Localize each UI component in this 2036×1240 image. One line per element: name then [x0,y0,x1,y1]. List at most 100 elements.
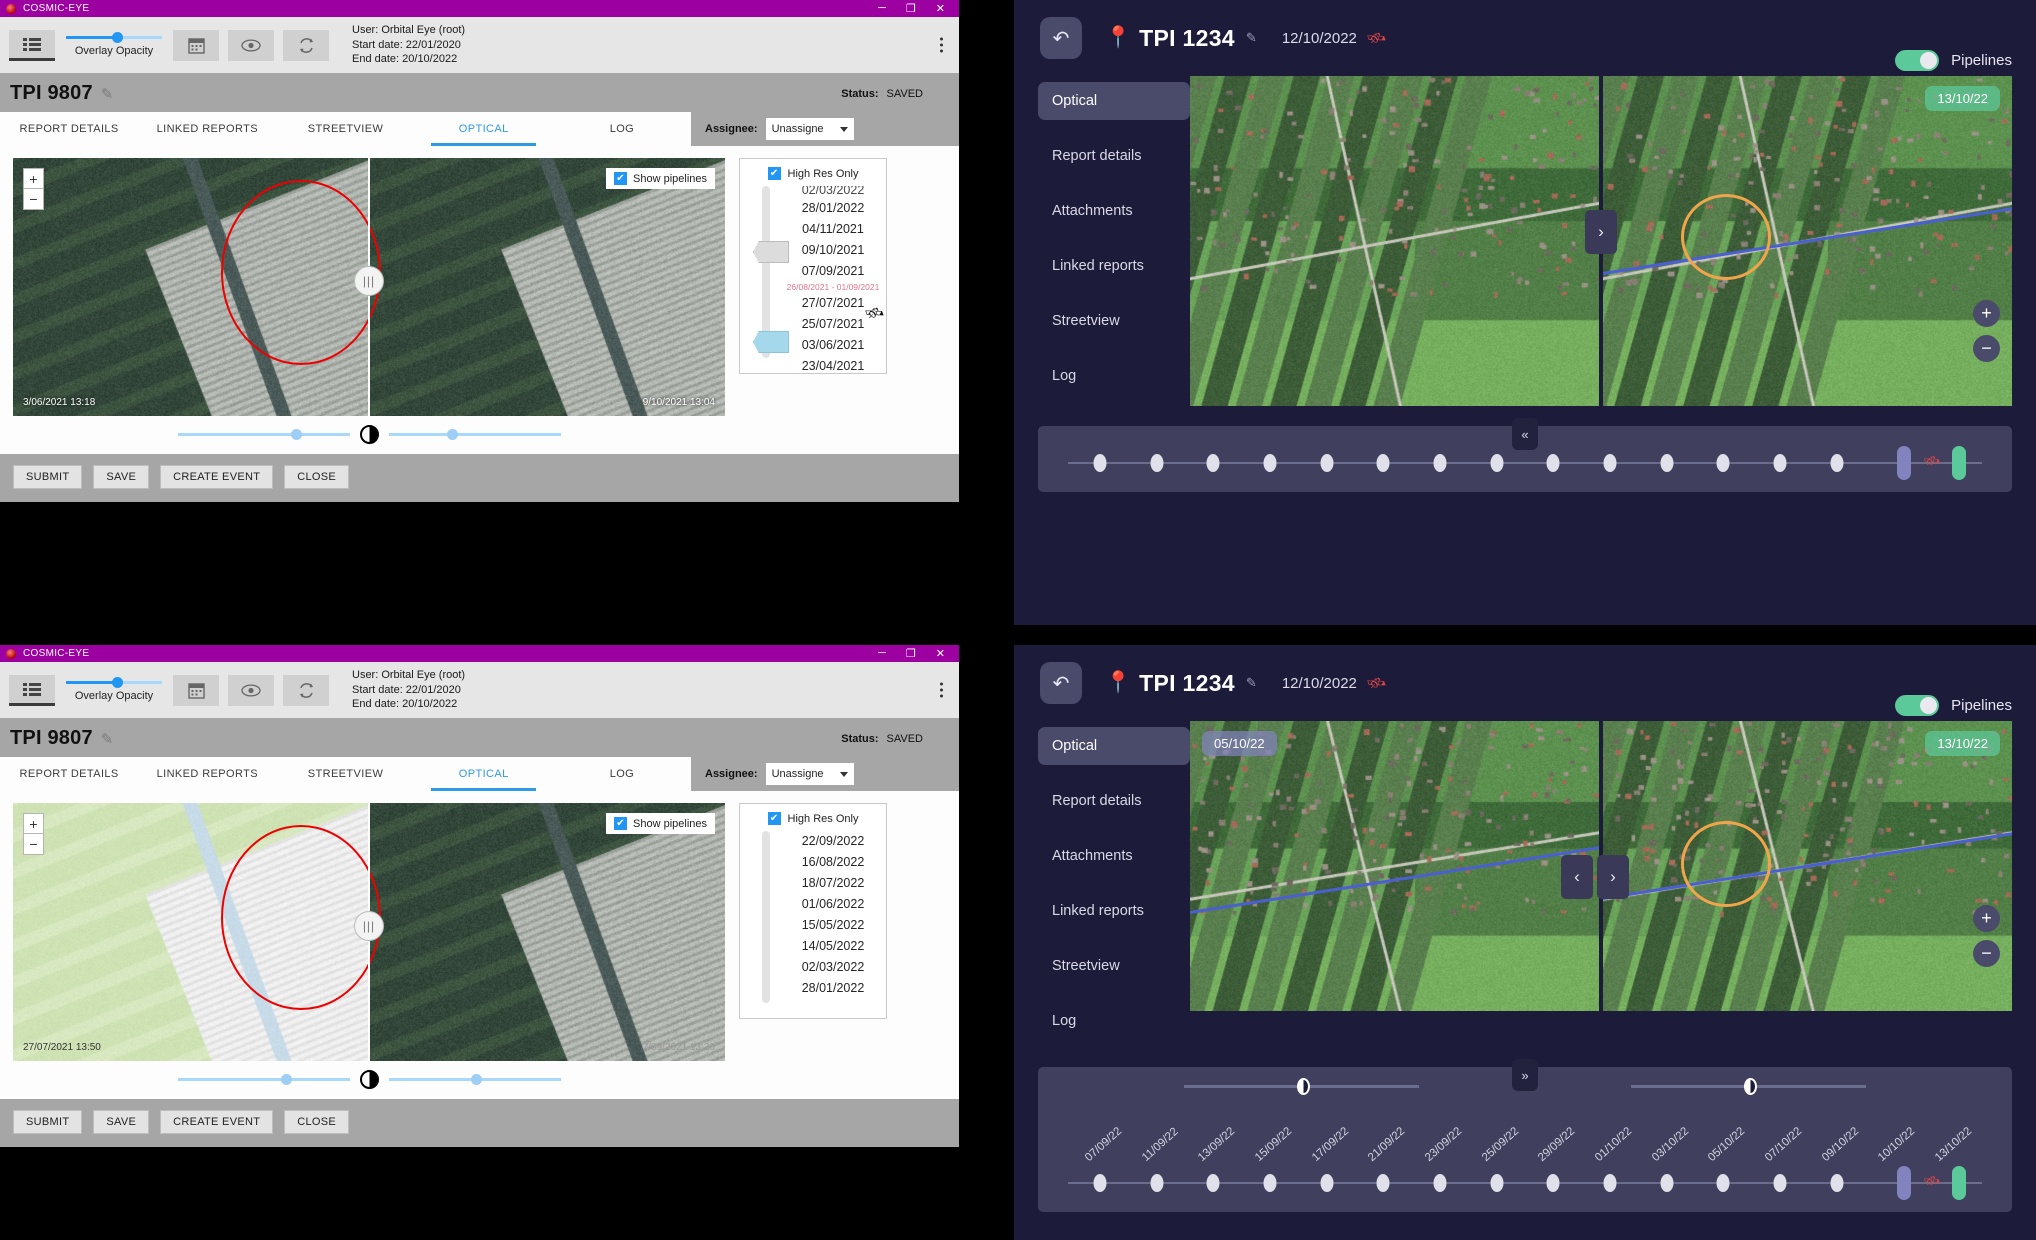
zoom-out-button[interactable]: − [1973,940,2000,967]
timeline-dot[interactable] [1774,1174,1787,1192]
create-event-button[interactable]: CREATE EVENT [160,1110,273,1134]
split-map-viewer[interactable]: ||| + − ✔ Show pipelines 27/07/2021 13:5… [13,803,725,1061]
timeline-collapse-button[interactable]: » [1512,1059,1538,1091]
tab-optical[interactable]: OPTICAL [415,757,553,791]
refresh-icon[interactable] [283,675,329,706]
date-list-item[interactable]: 04/11/2021 [784,219,882,240]
close-button[interactable]: ✕ [936,647,945,660]
close-button[interactable]: CLOSE [284,465,349,489]
timeline-dot[interactable] [1604,1174,1617,1192]
sidebar-item-report-details[interactable]: Report details [1038,782,1190,820]
timeline-dot[interactable] [1830,1174,1843,1192]
zoom-in-button[interactable]: + [1973,300,2000,327]
submit-button[interactable]: SUBMIT [13,1110,82,1134]
tab-streetview[interactable]: STREETVIEW [276,112,414,146]
back-arrow-icon[interactable]: ↶ [1040,17,1082,59]
refresh-icon[interactable] [283,30,329,61]
sidebar-item-log[interactable]: Log [1038,357,1190,395]
high-res-only-checkbox[interactable]: ✔ High Res Only [740,167,886,180]
split-map-viewer[interactable]: ||| + − ✔ Show pipelines 3/06/2021 13:18… [13,158,725,416]
tab-streetview[interactable]: STREETVIEW [276,757,414,791]
satellite-image-left[interactable] [1190,721,1599,1011]
timeline-dot[interactable] [1207,454,1220,472]
sidebar-item-attachments[interactable]: Attachments [1038,837,1190,875]
split-drag-handle[interactable]: ||| [354,266,384,296]
zoom-in-button[interactable]: + [23,168,44,189]
zoom-out-button[interactable]: − [23,189,44,210]
date-list-item[interactable]: 28/01/2022 [784,978,882,999]
map-image-after[interactable] [369,158,725,416]
timeline-collapse-button[interactable]: « [1512,418,1538,450]
date-list-item[interactable]: 14/05/2022 [784,936,882,957]
pipelines-toggle[interactable] [1895,50,1939,71]
save-button[interactable]: SAVE [93,465,149,489]
timeline-dot[interactable] [1150,454,1163,472]
minimize-button[interactable]: ─ [878,647,886,660]
pencil-icon[interactable]: ✎ [101,730,114,748]
timeline-dot[interactable] [1207,1174,1220,1192]
timeline-dot[interactable] [1660,454,1673,472]
timeline-marker-selected-left[interactable] [1897,446,1911,480]
show-pipelines-checkbox[interactable]: ✔ Show pipelines [606,813,715,834]
pencil-icon[interactable]: ✎ [1246,675,1257,691]
date-list-item[interactable]: 03/06/2021 [784,335,882,356]
date-list-item[interactable]: 22/09/2022 [784,831,882,852]
zoom-in-button[interactable]: + [23,813,44,834]
timeline-dot[interactable] [1490,1174,1503,1192]
map-panel-right[interactable]: 13/10/22 + − [1603,76,2012,406]
tab-optical[interactable]: OPTICAL [415,112,553,146]
show-pipelines-checkbox[interactable]: ✔ Show pipelines [606,168,715,189]
tab-linked-reports[interactable]: LINKED REPORTS [138,112,276,146]
high-res-only-checkbox[interactable]: ✔ High Res Only [740,812,886,825]
timeline-dot[interactable] [1320,454,1333,472]
sidebar-item-linked-reports[interactable]: Linked reports [1038,892,1190,930]
date-list-item[interactable]: 23/04/2021 [784,356,882,377]
timeline-dot[interactable] [1263,454,1276,472]
assignee-select[interactable]: Unassigne [766,118,854,140]
timeline-dot[interactable] [1433,454,1446,472]
date-list-item[interactable]: 15/05/2022 [784,915,882,936]
pencil-icon[interactable]: ✎ [101,85,114,103]
close-button[interactable]: ✕ [936,2,945,15]
kebab-menu-icon[interactable] [940,683,943,698]
timeline-marker-selected-right[interactable] [1952,1166,1966,1200]
timeline-dot[interactable] [1320,1174,1333,1192]
timeline-dot[interactable] [1263,1174,1276,1192]
prev-image-button[interactable]: ‹ [1561,855,1593,899]
date-list-item[interactable]: 07/09/2021 [784,261,882,282]
timeline-dot[interactable] [1830,454,1843,472]
date-range-rail[interactable] [762,831,770,1003]
calendar-icon[interactable] [173,675,219,706]
tab-report-details[interactable]: REPORT DETAILS [0,112,138,146]
opacity-slider-left[interactable] [1184,1085,1419,1088]
sidebar-item-optical[interactable]: Optical [1038,727,1190,765]
back-arrow-icon[interactable]: ↶ [1040,662,1082,704]
date-list-item[interactable]: 09/10/2021 [784,240,882,261]
maximize-button[interactable]: ❐ [906,2,916,15]
tab-linked-reports[interactable]: LINKED REPORTS [138,757,276,791]
timeline-dot[interactable] [1547,454,1560,472]
timeline-dot[interactable] [1377,1174,1390,1192]
date-list-item[interactable]: 02/03/2022 [784,186,882,198]
kebab-menu-icon[interactable] [940,38,943,53]
eye-icon[interactable] [228,675,274,706]
timeline-marker-selected-right[interactable] [1952,446,1966,480]
timeline-axis[interactable]: 🛰 [1068,450,1982,476]
sidebar-item-log[interactable]: Log [1038,1002,1190,1040]
calendar-icon[interactable] [173,30,219,61]
sidebar-item-linked-reports[interactable]: Linked reports [1038,247,1190,285]
zoom-out-button[interactable]: − [23,834,44,855]
timeline-dot[interactable] [1150,1174,1163,1192]
timeline-dot[interactable] [1093,1174,1106,1192]
timeline-dot[interactable] [1660,1174,1673,1192]
sidebar-item-streetview[interactable]: Streetview [1038,947,1190,985]
minimize-button[interactable]: ─ [878,2,886,15]
split-drag-handle[interactable]: ||| [354,911,384,941]
sidebar-item-report-details[interactable]: Report details [1038,137,1190,175]
create-event-button[interactable]: CREATE EVENT [160,465,273,489]
map-panel-right[interactable]: 13/10/22 + − [1603,721,2012,1051]
assignee-select[interactable]: Unassigne [766,763,854,785]
timeline-dot[interactable] [1433,1174,1446,1192]
sidebar-item-attachments[interactable]: Attachments [1038,192,1190,230]
close-button[interactable]: CLOSE [284,1110,349,1134]
